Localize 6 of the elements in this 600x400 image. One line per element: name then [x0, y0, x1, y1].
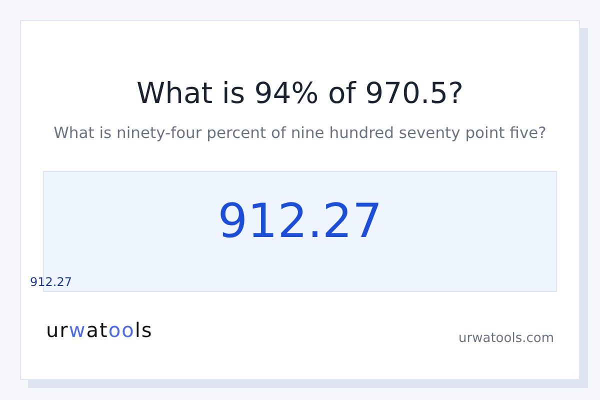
- site-url: urwatools.com: [458, 330, 554, 348]
- result-value: 912.27: [218, 193, 382, 251]
- subtitle: What is ninety-four percent of nine hundred seventy point five?: [54, 123, 546, 144]
- result-caption: 912.27: [30, 274, 72, 290]
- logo[interactable]: urwatools: [46, 318, 153, 342]
- title: What is 94% of 970.5?: [136, 75, 464, 111]
